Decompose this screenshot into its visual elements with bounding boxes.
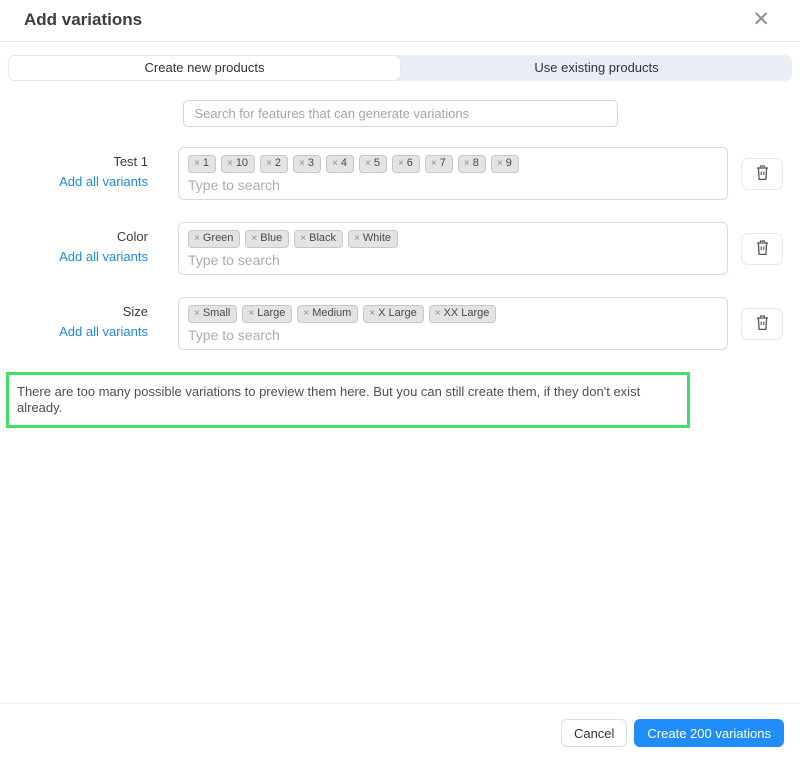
variant-tag-label: 7 (439, 157, 446, 169)
remove-tag-icon[interactable]: × (248, 307, 254, 320)
remove-tag-icon[interactable]: × (303, 307, 309, 320)
remove-tag-icon[interactable]: × (332, 157, 338, 170)
delete-feature-button[interactable] (741, 233, 783, 265)
trash-icon (755, 314, 770, 334)
variant-search-input[interactable] (188, 327, 718, 343)
variant-tag-label: Black (309, 232, 337, 244)
feature-row: Color Add all variants × Green × Blue × … (0, 222, 800, 275)
variant-tag[interactable]: × XX Large (428, 305, 497, 323)
variant-tag-label: 4 (340, 157, 347, 169)
remove-tag-icon[interactable]: × (369, 307, 375, 320)
feature-label: Color (116, 229, 148, 244)
variant-tag-label: 2 (274, 157, 282, 169)
variant-tag[interactable]: × Large (242, 305, 293, 323)
variant-tag-label: 10 (235, 157, 249, 169)
feature-row-left: Color Add all variants (0, 222, 148, 264)
variant-tag[interactable]: × 2 (260, 155, 289, 173)
variant-tag-label: Green (202, 232, 234, 244)
variant-tag[interactable]: × 5 (358, 155, 387, 173)
variant-tag-label: X Large (378, 307, 417, 319)
search-wrap (0, 100, 800, 127)
remove-tag-icon[interactable]: × (227, 157, 233, 170)
variant-tags: × 1 × 10 × 2 × 3 × 4 × 5 × 6 × 7 × 8 × 9 (188, 155, 718, 173)
feature-row-left: Test 1 Add all variants (0, 147, 148, 189)
variant-tags: × Green × Blue × Black × White (188, 230, 718, 248)
variant-tag-label: 3 (307, 157, 314, 169)
variant-tag-label: 5 (373, 157, 380, 169)
remove-tag-icon[interactable]: × (194, 157, 200, 170)
variant-tag[interactable]: × 6 (391, 155, 420, 173)
feature-rows: Test 1 Add all variants × 1 × 10 × 2 × 3… (0, 147, 800, 350)
tab-bar: Create new products Use existing product… (8, 55, 792, 81)
remove-tag-icon[interactable]: × (251, 232, 257, 245)
remove-tag-icon[interactable]: × (431, 157, 437, 170)
remove-tag-icon[interactable]: × (464, 157, 470, 170)
variant-tag-label: 8 (472, 157, 479, 169)
close-icon[interactable]: ✕ (748, 9, 774, 30)
variant-tags-box[interactable]: × Small × Large × Medium × X Large × XX … (178, 297, 728, 350)
variant-tag-label: White (362, 232, 392, 244)
variant-search-input[interactable] (188, 177, 718, 193)
search-input[interactable] (182, 100, 618, 127)
feature-label: Test 1 (113, 154, 148, 169)
variant-tags-box[interactable]: × Green × Blue × Black × White (178, 222, 728, 275)
modal-header: Add variations ✕ (0, 0, 800, 42)
remove-tag-icon[interactable]: × (194, 232, 200, 245)
remove-tag-icon[interactable]: × (398, 157, 404, 170)
feature-label: Size (122, 304, 148, 319)
modal-footer: Cancel Create 200 variations (0, 703, 800, 762)
variant-tag-label: 9 (505, 157, 512, 169)
remove-tag-icon[interactable]: × (300, 232, 306, 245)
variant-tag-label: 6 (406, 157, 413, 169)
variant-tag[interactable]: × Medium (297, 305, 359, 323)
variant-search-input[interactable] (188, 252, 718, 268)
create-variations-button[interactable]: Create 200 variations (634, 719, 784, 747)
remove-tag-icon[interactable]: × (266, 157, 272, 170)
trash-icon (755, 239, 770, 259)
delete-feature-button[interactable] (741, 158, 783, 190)
add-all-variants-link[interactable]: Add all variants (0, 174, 148, 189)
variant-tag[interactable]: × 10 (220, 155, 256, 173)
variant-tags: × Small × Large × Medium × X Large × XX … (188, 305, 718, 323)
delete-feature-button[interactable] (741, 308, 783, 340)
variant-tag[interactable]: × 8 (457, 155, 486, 173)
variant-tag[interactable]: × 7 (424, 155, 453, 173)
variant-tag[interactable]: × Green (188, 230, 241, 248)
variant-tags-box[interactable]: × 1 × 10 × 2 × 3 × 4 × 5 × 6 × 7 × 8 × 9 (178, 147, 728, 200)
remove-tag-icon[interactable]: × (365, 157, 371, 170)
add-all-variants-link[interactable]: Add all variants (0, 249, 148, 264)
variant-tag[interactable]: × Small (188, 305, 238, 323)
tab-use-existing-products[interactable]: Use existing products (401, 55, 792, 81)
trash-icon (755, 164, 770, 184)
feature-row-left: Size Add all variants (0, 297, 148, 339)
variant-tag-label: Medium (312, 307, 352, 319)
remove-tag-icon[interactable]: × (497, 157, 503, 170)
variant-tag-label: 1 (202, 157, 209, 169)
variant-tag-label: XX Large (443, 307, 490, 319)
variant-tag[interactable]: × 1 (188, 155, 216, 173)
feature-row: Size Add all variants × Small × Large × … (0, 297, 800, 350)
variant-tag-label: Blue (260, 232, 283, 244)
variant-tag[interactable]: × X Large (363, 305, 424, 323)
variant-tag[interactable]: × Black (294, 230, 344, 248)
too-many-variations-notice: There are too many possible variations t… (6, 372, 690, 428)
variant-tag-label: Small (202, 307, 231, 319)
remove-tag-icon[interactable]: × (354, 232, 360, 245)
remove-tag-icon[interactable]: × (299, 157, 305, 170)
tab-create-new-products[interactable]: Create new products (8, 55, 401, 81)
variant-tag[interactable]: × 9 (490, 155, 519, 173)
remove-tag-icon[interactable]: × (194, 307, 200, 320)
variant-tag[interactable]: × 3 (293, 155, 321, 173)
remove-tag-icon[interactable]: × (435, 307, 441, 320)
variant-tag[interactable]: × 4 (326, 155, 354, 173)
cancel-button[interactable]: Cancel (560, 719, 628, 747)
feature-row: Test 1 Add all variants × 1 × 10 × 2 × 3… (0, 147, 800, 200)
modal-title: Add variations (24, 9, 143, 29)
variant-tag-label: Large (257, 307, 286, 319)
variant-tag[interactable]: × White (348, 230, 399, 248)
variant-tag[interactable]: × Blue (245, 230, 290, 248)
add-all-variants-link[interactable]: Add all variants (0, 324, 148, 339)
